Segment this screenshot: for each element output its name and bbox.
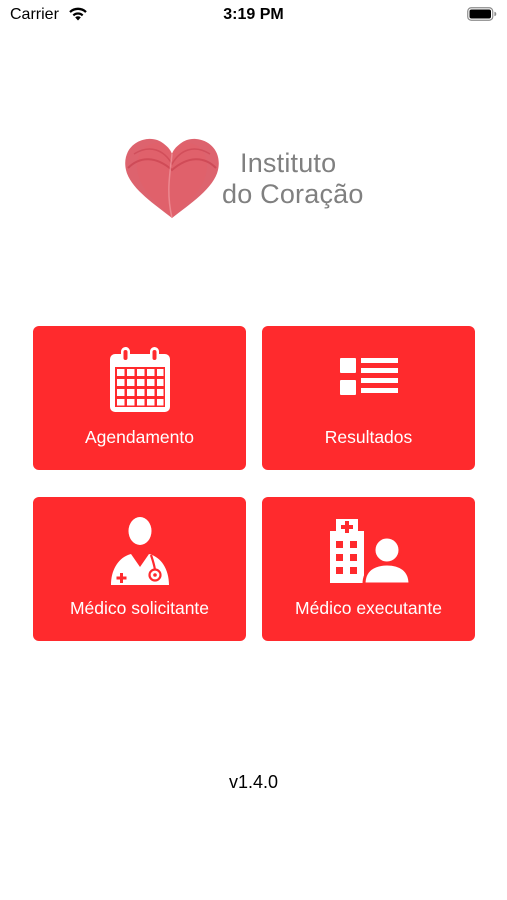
agendamento-button[interactable]: Agendamento: [33, 326, 246, 470]
status-bar: Carrier 3:19 PM: [0, 0, 507, 30]
logo-text: Instituto do Coração: [222, 148, 364, 210]
doctor-icon: [110, 517, 169, 585]
list-icon: [339, 358, 398, 395]
calendar-icon: [109, 347, 170, 412]
medico-executante-button[interactable]: Médico executante: [262, 497, 475, 641]
logo-line1: Instituto: [240, 148, 337, 178]
logo-line2: do Coração: [222, 179, 364, 209]
hospital-user-icon: [329, 519, 412, 585]
resultados-label: Resultados: [324, 427, 413, 447]
status-time: 3:19 PM: [223, 6, 284, 23]
logo: Instituto do Coração: [120, 128, 400, 224]
medico-executante-label: Médico executante: [295, 598, 442, 618]
medico-solicitante-button[interactable]: Médico solicitante: [33, 497, 246, 641]
version-label: v1.4.0: [228, 772, 279, 792]
battery-icon: [467, 7, 497, 21]
medico-solicitante-label: Médico solicitante: [69, 598, 210, 618]
heart-logo-icon: [125, 138, 219, 219]
agendamento-label: Agendamento: [85, 427, 194, 447]
resultados-button[interactable]: Resultados: [262, 326, 475, 470]
